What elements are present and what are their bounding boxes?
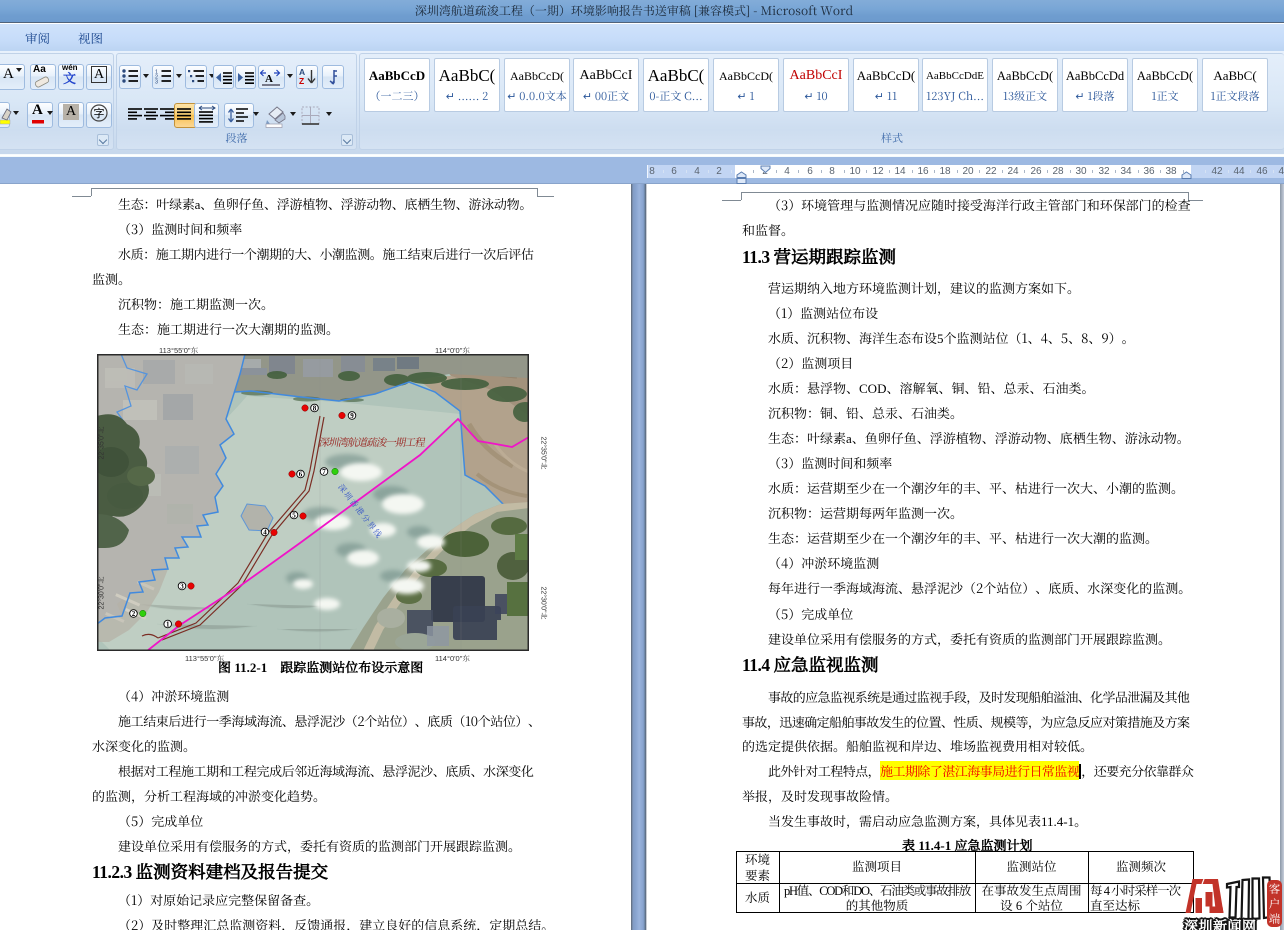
svg-text:A: A (265, 73, 273, 85)
svg-text:Z: Z (299, 76, 304, 86)
svg-text:字: 字 (94, 105, 105, 121)
svg-text:3: 3 (155, 80, 158, 86)
